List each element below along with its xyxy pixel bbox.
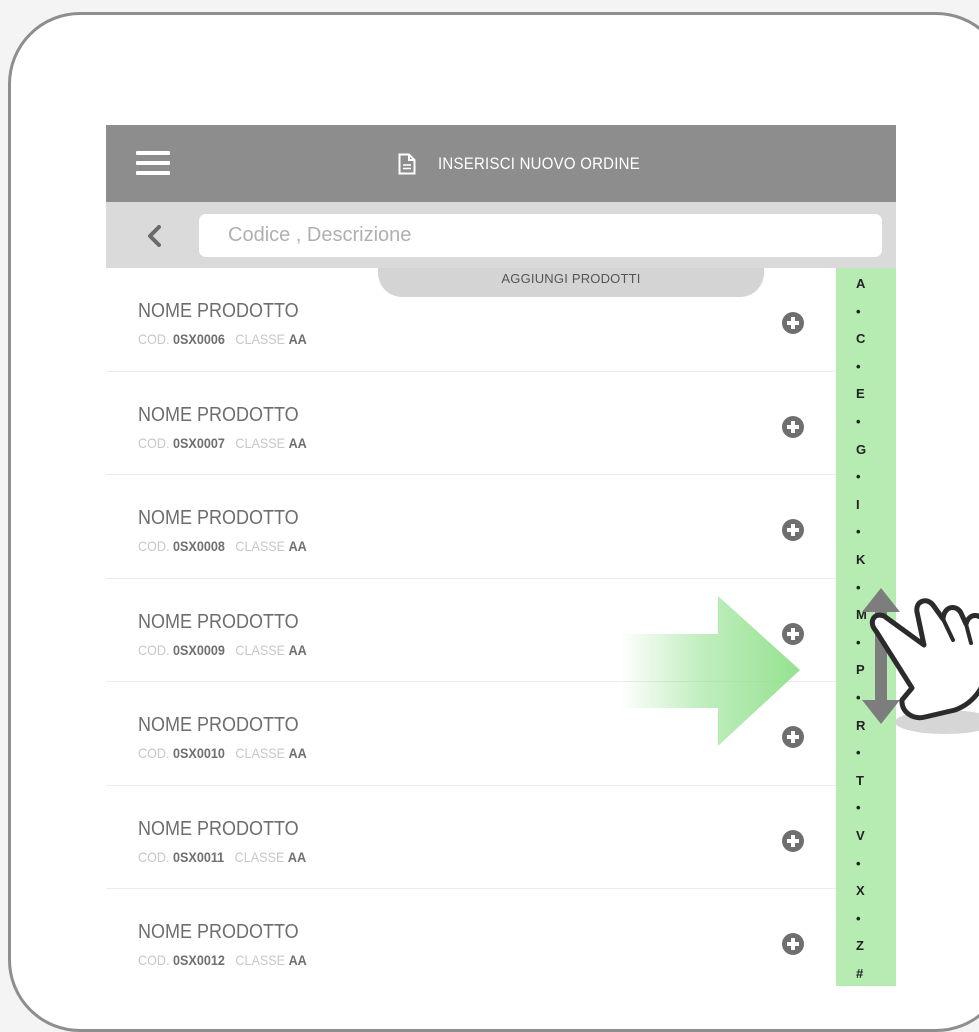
add-products-tab[interactable]: AGGIUNGI PRODOTTI [378, 268, 764, 297]
product-name: NOME PRODOTTO [138, 921, 299, 943]
product-name: NOME PRODOTTO [138, 403, 299, 426]
index-separator[interactable]: • [839, 690, 896, 705]
top-bar: INSERISCI NUOVO ORDINE [106, 125, 896, 202]
app-screen: INSERISCI NUOVO ORDINE AGGIUNGI PRODOTTI… [106, 125, 896, 986]
search-bar [106, 202, 896, 268]
product-row[interactable]: NOME PRODOTTO COD. 0SX0011 CLASSE AA [106, 786, 836, 889]
code-label: COD. [138, 848, 170, 865]
product-meta: COD. 0SX0012 CLASSE AA [138, 952, 307, 968]
product-list: NOME PRODOTTO COD. 0SX0006 CLASSE AA NOME … [106, 268, 836, 986]
index-letter[interactable]: Z [839, 938, 896, 953]
product-class: AA [288, 641, 307, 658]
class-label: CLASSE [235, 952, 286, 968]
index-separator[interactable]: • [839, 469, 896, 484]
product-meta: COD. 0SX0006 CLASSE AA [138, 331, 307, 347]
index-letter[interactable]: G [839, 442, 896, 457]
class-label: CLASSE [235, 434, 286, 451]
index-separator[interactable]: • [839, 800, 896, 815]
class-label: CLASSE [235, 538, 286, 554]
product-meta: COD. 0SX0007 CLASSE AA [138, 435, 307, 451]
add-product-icon[interactable] [782, 415, 804, 438]
index-separator[interactable]: • [839, 414, 896, 429]
add-product-icon[interactable] [782, 519, 804, 541]
product-code: 0SX0009 [173, 641, 225, 658]
code-label: COD. [138, 331, 170, 347]
product-code: 0SX0006 [173, 331, 225, 347]
page-title: INSERISCI NUOVO ORDINE [438, 154, 640, 173]
product-meta: COD. 0SX0011 CLASSE AA [138, 849, 306, 865]
product-row[interactable]: NOME PRODOTTO COD. 0SX0007 CLASSE AA [106, 372, 836, 475]
index-separator[interactable]: • [839, 745, 896, 760]
code-label: COD. [138, 434, 170, 451]
product-name: NOME PRODOTTO [138, 714, 299, 736]
product-class: AA [287, 848, 307, 865]
index-separator[interactable]: • [839, 304, 896, 319]
index-letter[interactable]: X [839, 883, 896, 898]
index-separator[interactable]: • [839, 580, 896, 595]
product-name: NOME PRODOTTO [138, 300, 299, 322]
product-row[interactable]: NOME PRODOTTO COD. 0SX0008 CLASSE AA [106, 475, 836, 579]
code-label: COD. [138, 538, 170, 554]
product-code: 0SX0012 [173, 952, 225, 968]
index-letter[interactable]: K [839, 552, 896, 567]
index-separator[interactable]: • [839, 359, 896, 374]
product-class: AA [288, 434, 307, 451]
index-letter[interactable]: A [839, 276, 896, 291]
product-row[interactable]: NOME PRODOTTO COD. 0SX0010 CLASSE AA [106, 682, 836, 786]
menu-icon[interactable] [136, 151, 170, 175]
product-row[interactable]: NOME PRODOTTO COD. 0SX0012 CLASSE AA [106, 889, 836, 986]
product-name: NOME PRODOTTO [138, 610, 299, 633]
index-letter[interactable]: I [839, 497, 896, 512]
index-letter[interactable]: E [839, 386, 896, 401]
class-label: CLASSE [235, 331, 286, 347]
index-letter[interactable]: C [839, 331, 896, 346]
search-field[interactable] [199, 214, 882, 257]
alphabet-index-bar[interactable]: A • C • E • G • I • K • M • P • R • T • V • X • Z # [836, 268, 896, 986]
product-meta: COD. 0SX0009 CLASSE AA [138, 642, 307, 658]
product-meta: COD. 0SX0010 CLASSE AA [138, 745, 307, 761]
class-label: CLASSE [235, 641, 286, 658]
code-label: COD. [138, 952, 170, 968]
index-separator[interactable]: • [839, 856, 896, 871]
product-class: AA [288, 952, 307, 968]
back-chevron-icon[interactable] [144, 224, 164, 248]
index-separator[interactable]: • [839, 911, 896, 926]
add-product-icon[interactable] [782, 726, 804, 748]
product-name: NOME PRODOTTO [138, 507, 299, 529]
product-code: 0SX0011 [173, 848, 225, 865]
page-title-group: INSERISCI NUOVO ORDINE [398, 151, 668, 177]
code-label: COD. [138, 641, 170, 658]
product-meta: COD. 0SX0008 CLASSE AA [138, 538, 307, 554]
class-label: CLASSE [235, 745, 286, 761]
index-letter[interactable]: P [839, 662, 896, 677]
search-input[interactable] [226, 223, 870, 248]
index-separator[interactable]: • [839, 524, 896, 539]
product-name: NOME PRODOTTO [138, 817, 299, 840]
index-letter[interactable]: T [839, 773, 896, 788]
document-icon [398, 153, 416, 175]
index-separator[interactable]: • [839, 635, 896, 650]
add-product-icon[interactable] [782, 829, 804, 852]
index-letter[interactable]: V [839, 828, 896, 843]
code-label: COD. [138, 745, 170, 761]
product-code: 0SX0010 [173, 745, 225, 761]
index-letter[interactable]: # [839, 966, 896, 981]
product-class: AA [288, 538, 307, 554]
class-label: CLASSE [234, 848, 285, 865]
product-class: AA [288, 745, 307, 761]
index-letter[interactable]: R [839, 718, 896, 733]
product-code: 0SX0008 [173, 538, 225, 554]
index-letter[interactable]: M [839, 607, 896, 622]
add-product-icon[interactable] [782, 312, 804, 334]
product-row[interactable]: NOME PRODOTTO COD. 0SX0009 CLASSE AA [106, 579, 836, 682]
product-code: 0SX0007 [173, 434, 225, 451]
product-class: AA [288, 331, 307, 347]
add-product-icon[interactable] [782, 933, 804, 955]
add-product-icon[interactable] [782, 622, 804, 645]
